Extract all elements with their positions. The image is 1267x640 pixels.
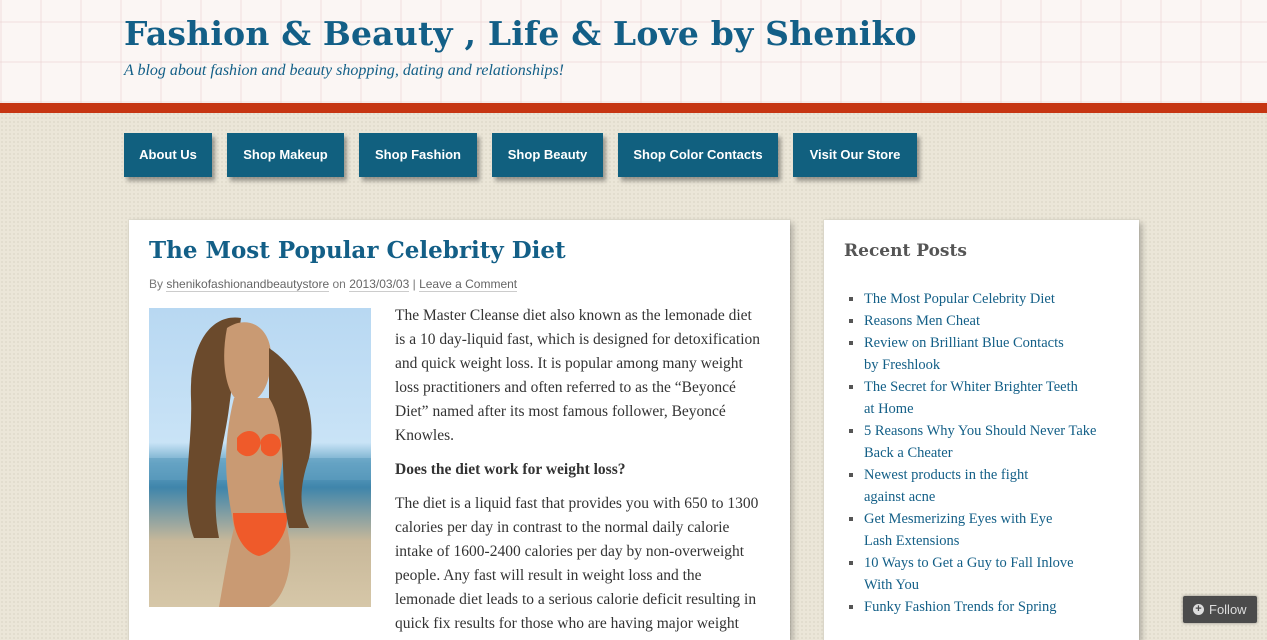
nav-shop-beauty[interactable]: Shop Beauty [492,133,603,177]
recent-post-line[interactable]: 10 Ways to Get a Guy to Fall Inlove [864,555,1074,571]
follow-button[interactable]: + Follow [1183,596,1257,623]
bullet-icon [849,341,853,345]
recent-post-line[interactable]: Back a Cheater [864,445,953,461]
recent-post-line[interactable]: Review on Brilliant Blue Contacts [864,335,1064,351]
site-title[interactable]: Fashion & Beauty , Life & Love by Shenik… [124,14,917,53]
byline-on: on [332,277,346,291]
bullet-icon [849,429,853,433]
header-stripe [0,103,1267,113]
byline-date-link[interactable]: 2013/03/03 [349,277,410,292]
post-body: The Master Cleanse diet also known as th… [395,304,765,640]
post-image-figure [149,317,371,607]
recent-post-line[interactable]: against acne [864,489,935,505]
bullet-icon [849,517,853,521]
post-paragraph: The Master Cleanse diet also known as th… [395,307,761,444]
recent-post-line[interactable]: 5 Reasons Why You Should Never Take [864,423,1096,439]
post-subheading: Does the diet work for weight loss? [395,461,626,478]
leave-comment-link[interactable]: Leave a Comment [419,277,518,292]
recent-post-link[interactable]: 10 Ways to Get a Guy to Fall Inlove With … [848,552,1128,596]
recent-post-link[interactable]: Newest products in the fight against acne [848,464,1128,508]
byline-by: By [149,277,164,291]
post-title[interactable]: The Most Popular Celebrity Diet [149,237,566,264]
plus-icon: + [1193,604,1204,615]
bullet-icon [849,297,853,301]
recent-post-link[interactable]: Funky Fashion Trends for Spring [848,596,1128,618]
nav-shop-fashion[interactable]: Shop Fashion [359,133,477,177]
post-byline: By shenikofashionandbeautystore on 2013/… [149,277,518,292]
recent-posts-title: Recent Posts [844,241,967,261]
recent-post-line[interactable]: Funky Fashion Trends for Spring [864,599,1057,615]
byline-separator: | [412,277,416,291]
recent-post-link[interactable]: The Most Popular Celebrity Diet [848,288,1128,310]
recent-post-line[interactable]: at Home [864,401,914,417]
site-header: Fashion & Beauty , Life & Love by Shenik… [0,0,1267,103]
bullet-icon [849,605,853,609]
recent-post-line[interactable]: Newest products in the fight [864,467,1028,483]
recent-post-line[interactable]: With You [864,577,919,593]
bullet-icon [849,473,853,477]
post-card: The Most Popular Celebrity Diet By sheni… [129,220,790,640]
recent-post-line[interactable]: Reasons Men Cheat [864,313,980,329]
follow-label: Follow [1209,602,1247,617]
bullet-icon [849,385,853,389]
sidebar-card: Recent Posts The Most Popular Celebrity … [824,220,1139,640]
bullet-icon [849,319,853,323]
nav-shop-makeup[interactable]: Shop Makeup [227,133,344,177]
nav-visit-our-store[interactable]: Visit Our Store [793,133,917,177]
recent-post-line[interactable]: by Freshlook [864,357,940,373]
byline-author-link[interactable]: shenikofashionandbeautystore [166,277,330,292]
recent-posts-list: The Most Popular Celebrity Diet Reasons … [848,288,1128,618]
nav-shop-color-contacts[interactable]: Shop Color Contacts [618,133,778,177]
post-image [149,308,371,607]
post-paragraph: The diet is a liquid fast that provides … [395,495,759,632]
bullet-icon [849,561,853,565]
site-description: A blog about fashion and beauty shopping… [124,62,564,79]
recent-post-line[interactable]: Lash Extensions [864,533,959,549]
recent-post-line[interactable]: The Secret for Whiter Brighter Teeth [864,379,1078,395]
recent-post-line[interactable]: The Most Popular Celebrity Diet [864,291,1055,307]
recent-post-link[interactable]: 5 Reasons Why You Should Never Take Back … [848,420,1128,464]
recent-post-link[interactable]: Get Mesmerizing Eyes with Eye Lash Extens… [848,508,1128,552]
recent-post-line[interactable]: Get Mesmerizing Eyes with Eye [864,511,1052,527]
recent-post-link[interactable]: Reasons Men Cheat [848,310,1128,332]
nav-about-us[interactable]: About Us [124,133,212,177]
recent-post-link[interactable]: Review on Brilliant Blue Contacts by Fres… [848,332,1128,376]
recent-post-link[interactable]: The Secret for Whiter Brighter Teeth at H… [848,376,1128,420]
